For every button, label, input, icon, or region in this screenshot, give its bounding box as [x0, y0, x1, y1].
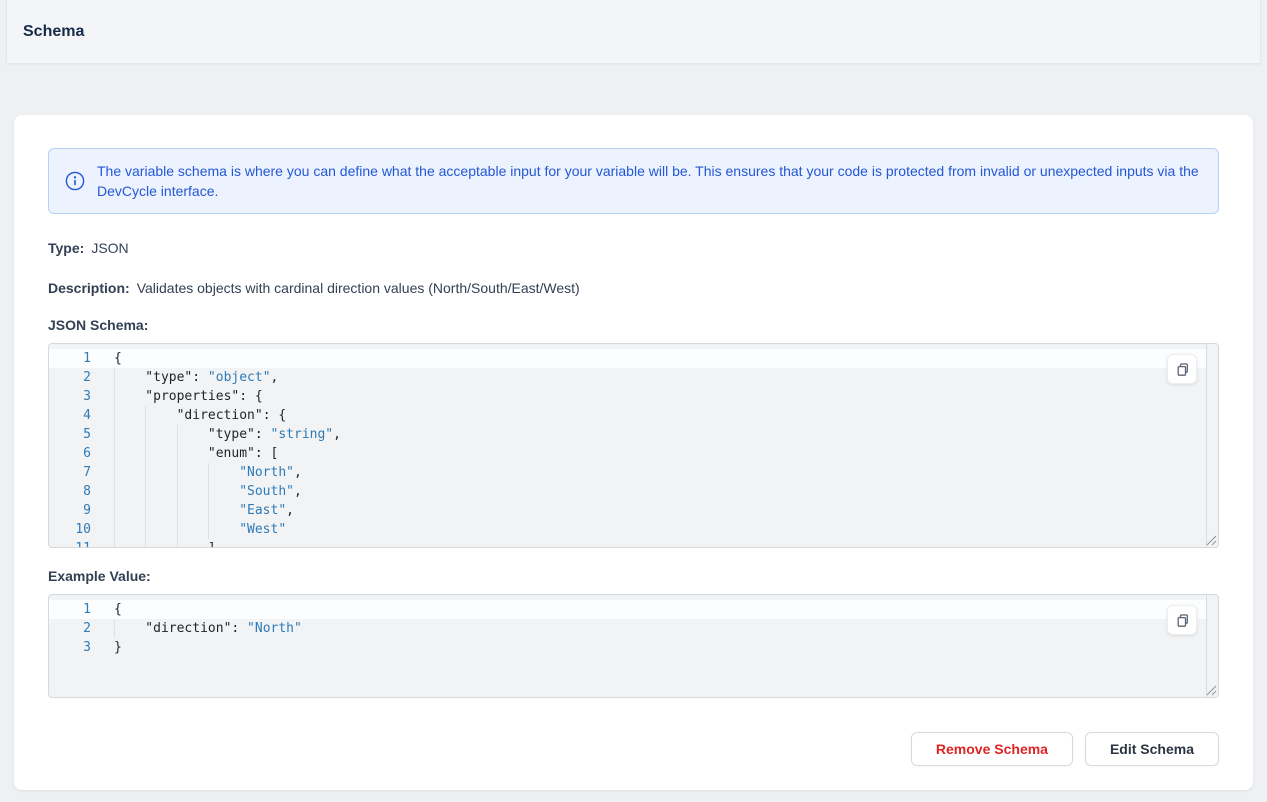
- editor-scrollbar[interactable]: [1206, 344, 1218, 547]
- json-schema-editor[interactable]: 1{2"type": "object",3"properties": {4"di…: [48, 343, 1219, 548]
- example-value-editor[interactable]: 1{2"direction": "North"3}: [48, 594, 1219, 698]
- editor-scrollbar[interactable]: [1206, 595, 1218, 697]
- schema-card: The variable schema is where you can def…: [14, 115, 1253, 790]
- edit-schema-button[interactable]: Edit Schema: [1085, 732, 1219, 766]
- info-alert-text: The variable schema is where you can def…: [97, 161, 1202, 201]
- code-line: 6"enum": [: [49, 444, 1218, 463]
- code-line: 2"type": "object",: [49, 368, 1218, 387]
- code-line: 2"direction": "North": [49, 619, 1218, 638]
- remove-schema-button[interactable]: Remove Schema: [911, 732, 1073, 766]
- type-value: JSON: [91, 240, 128, 256]
- info-alert: The variable schema is where you can def…: [48, 148, 1219, 214]
- code-line: 4"direction": {: [49, 406, 1218, 425]
- info-circle-icon: [65, 171, 85, 191]
- type-row: Type: JSON: [48, 238, 1219, 258]
- json-schema-label: JSON Schema:: [48, 315, 1219, 335]
- code-line: 7"North",: [49, 463, 1218, 482]
- description-value: Validates objects with cardinal directio…: [137, 280, 580, 296]
- code-line: 10"West": [49, 520, 1218, 539]
- json-schema-code: 1{2"type": "object",3"properties": {4"di…: [49, 344, 1218, 548]
- resize-handle-icon[interactable]: [1204, 533, 1217, 546]
- description-label: Description:: [48, 280, 130, 296]
- page-header: Schema: [6, 0, 1261, 64]
- code-line: 9"East",: [49, 501, 1218, 520]
- type-label: Type:: [48, 240, 84, 256]
- code-line: 8"South",: [49, 482, 1218, 501]
- copy-icon[interactable]: [1167, 605, 1197, 635]
- code-line: 1{: [49, 600, 1218, 619]
- example-value-code: 1{2"direction": "North"3}: [49, 595, 1218, 657]
- resize-handle-icon[interactable]: [1204, 683, 1217, 696]
- code-line: 5"type": "string",: [49, 425, 1218, 444]
- code-line: 1{: [49, 349, 1218, 368]
- page-title: Schema: [23, 23, 84, 41]
- code-line: 3}: [49, 638, 1218, 657]
- copy-icon[interactable]: [1167, 354, 1197, 384]
- code-line: 3"properties": {: [49, 387, 1218, 406]
- actions-row: Remove Schema Edit Schema: [48, 732, 1219, 766]
- code-line: 11]: [49, 539, 1218, 548]
- description-row: Description: Validates objects with cardi…: [48, 278, 1219, 298]
- example-value-label: Example Value:: [48, 566, 1219, 586]
